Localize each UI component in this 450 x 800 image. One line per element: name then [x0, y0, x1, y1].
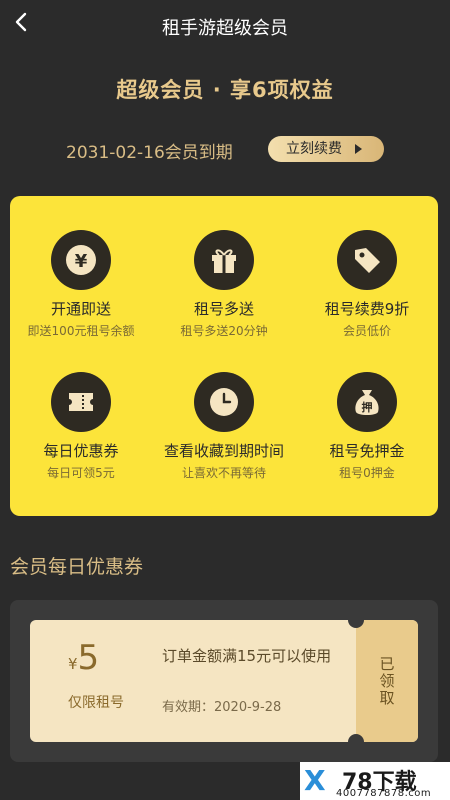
coupon-panel: ¥5 仅限租号 订单金额满15元可以使用 有效期：2020-9-28 已领取: [10, 600, 438, 762]
app-header: 租手游超级会员: [0, 0, 450, 52]
benefits-panel: ¥ 开通即送 即送100元租号余额 租号多送 租号多送20分钟 租号续费9折 会…: [10, 196, 438, 516]
coupon-amount: ¥5: [68, 638, 99, 678]
benefit-desc: 租号0押金: [339, 466, 395, 480]
benefit-name: 租号续费9折: [324, 300, 410, 318]
yen-icon: ¥: [51, 230, 111, 290]
coupon-condition: 订单金额满15元可以使用: [162, 647, 332, 665]
benefit-name: 开通即送: [50, 300, 111, 318]
coupon-currency: ¥: [68, 655, 78, 673]
deposit-glyph: 押: [362, 400, 373, 414]
coupon-scope: 仅限租号: [68, 695, 124, 711]
watermark-url: 4007787878.com: [336, 788, 432, 799]
play-arrow-icon: [355, 144, 362, 154]
benefit-favorite-expiry[interactable]: 查看收藏到期时间 让喜欢不再等待: [153, 372, 295, 492]
benefit-desc: 每日可领5元: [47, 466, 115, 480]
expiry-date-text: 2031-02-16会员到期: [66, 143, 233, 163]
benefit-no-deposit[interactable]: 押 租号免押金 租号0押金: [296, 372, 438, 492]
clock-icon: [194, 372, 254, 432]
renew-button-label: 立刻续费: [286, 141, 342, 157]
coupon-validity: 有效期：2020-9-28: [162, 700, 282, 715]
benefit-extra-time[interactable]: 租号多送 租号多送20分钟: [153, 230, 295, 350]
x-logo-icon: X: [304, 764, 326, 797]
benefit-name: 查看收藏到期时间: [163, 442, 284, 460]
benefit-desc: 让喜欢不再等待: [181, 466, 266, 480]
benefit-daily-coupon[interactable]: 每日优惠券 每日可领5元: [10, 372, 152, 492]
claim-status-button[interactable]: 已领取: [356, 620, 418, 742]
claim-status-label: 已领取: [377, 655, 396, 707]
gift-icon: [194, 230, 254, 290]
tag-icon: [337, 230, 397, 290]
deposit-bag-icon: 押: [337, 372, 397, 432]
benefit-signup-bonus[interactable]: ¥ 开通即送 即送100元租号余额: [10, 230, 152, 350]
benefit-name: 租号多送: [193, 300, 254, 318]
benefit-renewal-discount[interactable]: 租号续费9折 会员低价: [296, 230, 438, 350]
benefit-desc: 即送100元租号余额: [27, 324, 135, 338]
coupon-card: ¥5 仅限租号 订单金额满15元可以使用 有效期：2020-9-28 已领取: [30, 620, 418, 742]
expiry-row: 2031-02-16会员到期 立刻续费: [0, 134, 450, 164]
watermark: X 78下载 4007787878.com: [300, 762, 450, 800]
benefit-name: 每日优惠券: [43, 442, 119, 460]
svg-text:¥: ¥: [75, 251, 88, 272]
benefit-desc: 租号多送20分钟: [180, 324, 268, 338]
benefit-name: 租号免押金: [329, 442, 405, 460]
benefit-desc: 会员低价: [342, 324, 391, 338]
section-title-daily-coupons: 会员每日优惠券: [10, 556, 144, 578]
renew-button[interactable]: 立刻续费: [268, 136, 384, 162]
page-title: 租手游超级会员: [162, 18, 288, 39]
coupon-value: 5: [77, 638, 100, 678]
ticket-icon: [51, 372, 111, 432]
membership-headline: 超级会员 · 享6项权益: [116, 78, 334, 102]
